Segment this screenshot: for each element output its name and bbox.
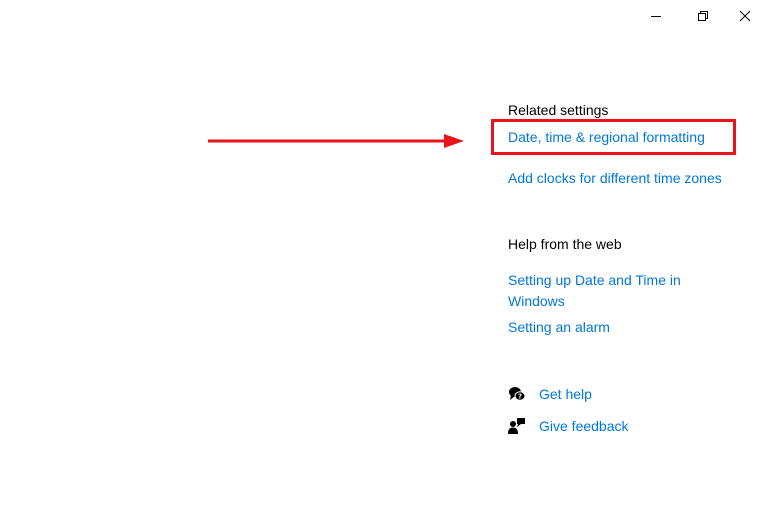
get-help-button[interactable]: ? Get help bbox=[508, 385, 592, 403]
restore-button[interactable] bbox=[680, 0, 726, 32]
setting-up-date-time-link[interactable]: Setting up Date and Time in Windows bbox=[508, 270, 738, 312]
settings-window: Related settings Date, time & regional f… bbox=[0, 0, 768, 530]
annotation-arrow-icon bbox=[208, 131, 468, 156]
minimize-icon bbox=[650, 10, 662, 22]
add-clocks-link[interactable]: Add clocks for different time zones bbox=[508, 168, 722, 189]
related-settings-heading: Related settings bbox=[508, 102, 609, 118]
close-button[interactable] bbox=[722, 0, 768, 32]
get-help-icon: ? bbox=[508, 385, 526, 403]
annotation-highlight-box bbox=[491, 119, 736, 155]
give-feedback-button[interactable]: Give feedback bbox=[508, 417, 629, 435]
feedback-icon bbox=[508, 417, 526, 435]
restore-icon bbox=[697, 10, 709, 22]
give-feedback-label: Give feedback bbox=[539, 418, 629, 434]
minimize-button[interactable] bbox=[633, 0, 679, 32]
help-from-web-heading: Help from the web bbox=[508, 236, 622, 252]
get-help-label: Get help bbox=[539, 386, 592, 402]
svg-text:?: ? bbox=[518, 393, 522, 401]
setting-an-alarm-link[interactable]: Setting an alarm bbox=[508, 317, 610, 338]
close-icon bbox=[739, 10, 751, 22]
